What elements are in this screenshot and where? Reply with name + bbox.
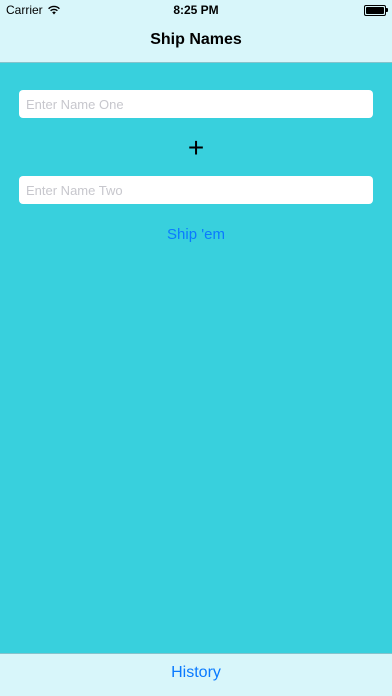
plus-icon: + — [187, 132, 205, 163]
page-title: Ship Names — [150, 31, 242, 48]
battery-icon — [364, 5, 388, 16]
status-time: 8:25 PM — [173, 3, 219, 17]
history-button[interactable]: History — [0, 664, 392, 682]
ship-button[interactable]: Ship 'em — [150, 226, 242, 248]
bottom-toolbar: History — [0, 653, 392, 696]
name-two-input[interactable] — [19, 176, 373, 204]
name-one-input[interactable] — [19, 90, 373, 118]
status-bar: Carrier 8:25 PM — [0, 0, 392, 20]
navigation-bar: Carrier 8:25 PM Ship Names — [0, 0, 392, 63]
